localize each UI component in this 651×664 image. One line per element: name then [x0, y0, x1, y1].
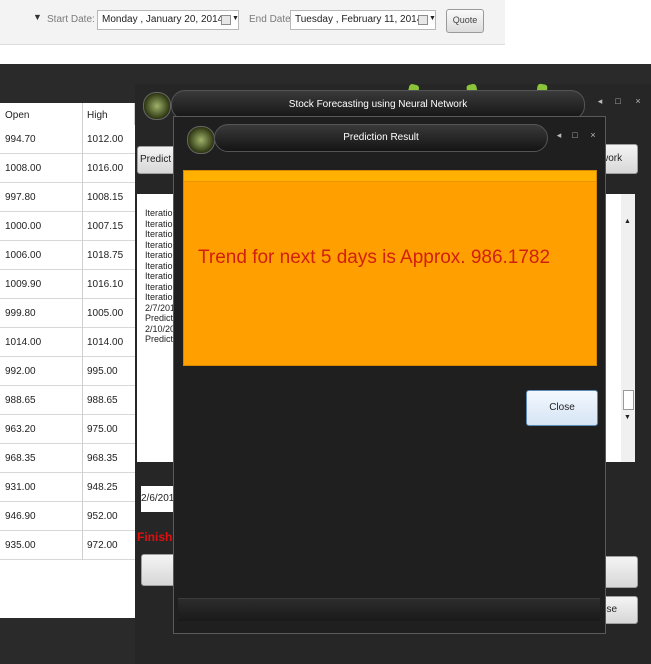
dialog-title-bar[interactable]: Prediction Result — [214, 124, 548, 152]
end-date-value: Tuesday , February 11, 2014 — [295, 14, 423, 25]
chevron-down-icon[interactable]: ▼ — [232, 10, 239, 28]
date-field[interactable]: 2/6/2014 — [141, 486, 180, 512]
dialog-close-button[interactable]: Close — [526, 390, 598, 426]
cell-open: 1006.00 — [5, 250, 42, 261]
cell-high: 1016.10 — [87, 279, 124, 290]
table-row[interactable]: 1009.90 1016.10 — [0, 270, 135, 299]
scroll-thumb[interactable] — [623, 390, 634, 410]
column-divider — [82, 241, 83, 270]
chevron-down-icon[interactable]: ▼ — [429, 10, 436, 28]
cell-open: 946.90 — [5, 511, 36, 522]
column-divider — [82, 531, 83, 560]
column-divider — [82, 502, 83, 531]
table-row[interactable]: 992.00 995.00 — [0, 357, 135, 386]
table-row[interactable]: 999.80 1005.00 — [0, 299, 135, 328]
table-row[interactable]: 963.20 975.00 — [0, 415, 135, 444]
cell-open: 994.70 — [5, 134, 36, 145]
table-row[interactable]: 1014.00 1014.00 — [0, 328, 135, 357]
end-date-picker[interactable]: Tuesday , February 11, 2014 ▼ — [290, 10, 436, 30]
column-divider — [82, 154, 83, 183]
cell-open: 1009.90 — [5, 279, 42, 290]
column-header-open[interactable]: Open — [0, 103, 83, 125]
cell-high: 988.65 — [87, 395, 118, 406]
scroll-up-icon[interactable]: ▲ — [624, 218, 631, 225]
table-row[interactable]: 1000.00 1007.15 — [0, 212, 135, 241]
table-row[interactable]: 997.80 1008.15 — [0, 183, 135, 212]
column-divider — [82, 125, 83, 154]
column-divider — [82, 328, 83, 357]
scroll-down-icon[interactable]: ▼ — [624, 414, 631, 421]
column-divider — [82, 212, 83, 241]
scrollbar[interactable]: ▲ ▼ — [621, 194, 635, 462]
close-icon[interactable]: × — [631, 94, 645, 108]
cell-high: 1014.00 — [87, 337, 124, 348]
cell-high: 968.35 — [87, 453, 118, 464]
column-divider — [82, 473, 83, 502]
start-date-label: Start Date: — [47, 14, 95, 25]
cell-open: 963.20 — [5, 424, 36, 435]
cell-high: 1008.15 — [87, 192, 124, 203]
date-toolbar: ▼ Start Date: Monday , January 20, 2014 … — [0, 0, 505, 45]
end-date-label: End Date: — [249, 14, 294, 25]
cell-open: 988.65 — [5, 395, 36, 406]
cell-high: 1012.00 — [87, 134, 124, 145]
cell-high: 948.25 — [87, 482, 118, 493]
cell-open: 992.00 — [5, 366, 36, 377]
table-row[interactable]: 931.00 948.25 — [0, 473, 135, 502]
cell-open: 968.35 — [5, 453, 36, 464]
table-row[interactable]: 935.00 972.00 — [0, 531, 135, 560]
table-row[interactable]: 968.35 968.35 — [0, 444, 135, 473]
cell-open: 1014.00 — [5, 337, 42, 348]
stock-data-grid[interactable]: Open High 994.70 1012.00 1008.00 1016.00 997… — [0, 103, 135, 618]
table-row[interactable]: 1006.00 1018.75 — [0, 241, 135, 270]
start-date-value: Monday , January 20, 2014 — [102, 14, 224, 25]
table-row[interactable]: 988.65 988.65 — [0, 386, 135, 415]
prediction-message: Trend for next 5 days is Approx. 986.178… — [198, 247, 551, 268]
cell-high: 1005.00 — [87, 308, 124, 319]
start-date-picker[interactable]: Monday , January 20, 2014 ▼ — [97, 10, 239, 30]
cell-high: 975.00 — [87, 424, 118, 435]
column-divider — [82, 415, 83, 444]
column-divider — [82, 386, 83, 415]
dropdown-arrow-icon[interactable]: ▼ — [33, 12, 42, 22]
maximize-icon[interactable]: □ — [611, 94, 625, 108]
restore-icon[interactable]: ◂ — [593, 94, 607, 108]
quote-button[interactable]: Quote — [446, 9, 484, 33]
close-icon[interactable]: × — [586, 128, 600, 142]
dialog-logo-icon — [187, 126, 215, 154]
dialog-title: Prediction Result — [343, 132, 419, 143]
cell-open: 931.00 — [5, 482, 36, 493]
column-header-high[interactable]: High — [82, 103, 135, 125]
column-divider — [82, 444, 83, 473]
cell-high: 972.00 — [87, 540, 118, 551]
restore-icon[interactable]: ◂ — [552, 128, 566, 142]
app-logo-icon — [143, 92, 171, 120]
column-divider — [82, 357, 83, 386]
column-divider — [82, 299, 83, 328]
cell-open: 997.80 — [5, 192, 36, 203]
calendar-icon[interactable] — [221, 15, 231, 25]
cell-high: 995.00 — [87, 366, 118, 377]
cell-high: 1016.00 — [87, 163, 124, 174]
table-row[interactable]: 1008.00 1016.00 — [0, 154, 135, 183]
main-window-title: Stock Forecasting using Neural Network — [288, 99, 468, 110]
column-divider — [82, 270, 83, 299]
dialog-footer — [178, 598, 600, 621]
table-row[interactable]: 946.90 952.00 — [0, 502, 135, 531]
cell-open: 1000.00 — [5, 221, 42, 232]
result-panel: Trend for next 5 days is Approx. 986.178… — [183, 170, 597, 366]
maximize-icon[interactable]: □ — [568, 128, 582, 142]
calendar-icon[interactable] — [418, 15, 428, 25]
column-divider — [82, 183, 83, 212]
cell-open: 1008.00 — [5, 163, 42, 174]
cell-open: 999.80 — [5, 308, 36, 319]
table-row[interactable]: 994.70 1012.00 — [0, 125, 135, 154]
result-panel-strip — [184, 171, 596, 182]
cell-high: 1018.75 — [87, 250, 124, 261]
cell-open: 935.00 — [5, 540, 36, 551]
cell-high: 952.00 — [87, 511, 118, 522]
cell-high: 1007.15 — [87, 221, 124, 232]
